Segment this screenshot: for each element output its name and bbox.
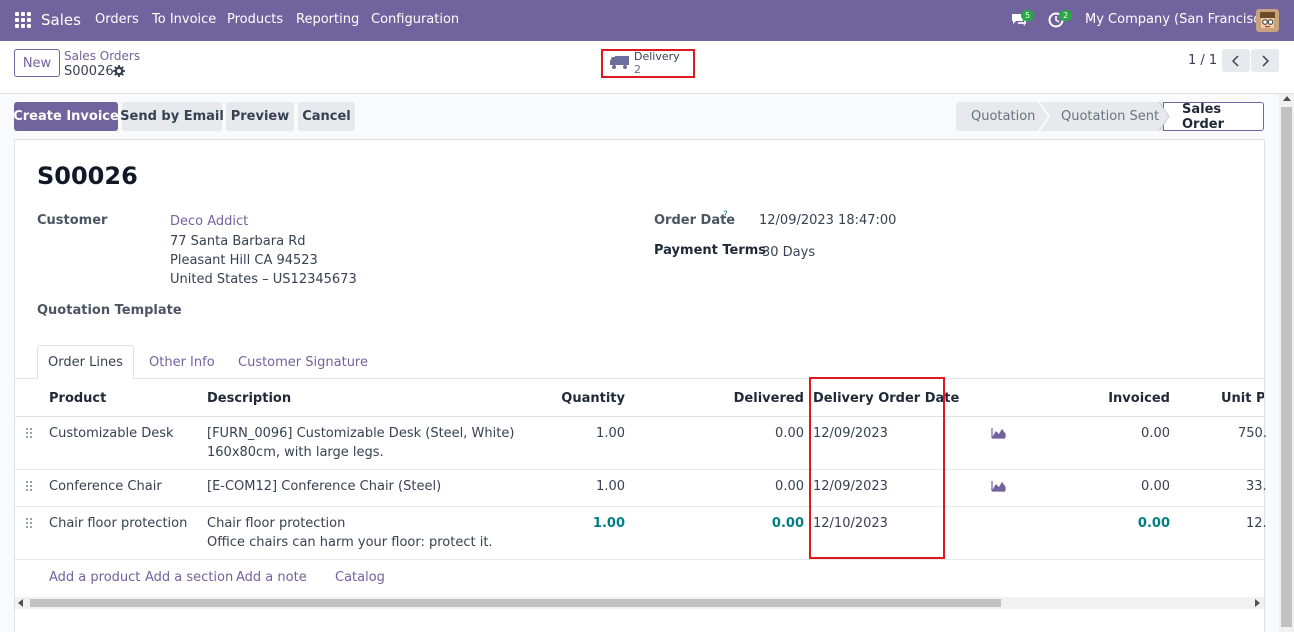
menu-products[interactable]: Products — [227, 12, 283, 27]
tab-customer-signature[interactable]: Customer Signature — [238, 355, 368, 370]
forecast-chart-icon[interactable] — [991, 480, 1006, 492]
delivery-date-highlight-box — [809, 377, 945, 559]
row3-invoiced[interactable]: 0.00 — [1090, 516, 1170, 531]
row1-quantity[interactable]: 1.00 — [545, 426, 625, 441]
stage-separator-active — [1158, 102, 1170, 131]
scroll-left-arrow-icon[interactable] — [18, 599, 24, 607]
horizontal-scrollbar-thumb[interactable] — [30, 599, 1001, 607]
menu-configuration[interactable]: Configuration — [371, 12, 459, 27]
user-avatar[interactable] — [1256, 9, 1279, 32]
row-divider — [15, 506, 1264, 507]
top-navbar: Sales Orders To Invoice Products Reporti… — [0, 0, 1294, 41]
col-unit-price[interactable]: Unit Pri — [1221, 391, 1264, 406]
col-quantity[interactable]: Quantity — [545, 391, 625, 406]
drag-handle-icon[interactable] — [26, 481, 34, 493]
create-invoice-button[interactable]: Create Invoice — [13, 102, 119, 131]
stage-separator — [1038, 102, 1050, 131]
header-divider — [15, 416, 1264, 417]
scroll-up-arrow-icon[interactable] — [1283, 96, 1291, 102]
address-country-vat: United States – US12345673 — [170, 272, 357, 287]
row-divider — [15, 469, 1264, 470]
new-button[interactable]: New — [14, 49, 60, 77]
menu-orders[interactable]: Orders — [95, 12, 139, 27]
payment-terms-value[interactable]: 30 Days — [762, 245, 815, 260]
order-date-value[interactable]: 12/09/2023 18:47:00 — [759, 213, 896, 228]
catalog-link[interactable]: Catalog — [335, 570, 385, 585]
menu-reporting[interactable]: Reporting — [296, 12, 359, 27]
row3-delivered[interactable]: 0.00 — [720, 516, 804, 531]
row1-description-line2[interactable]: 160x80cm, with large legs. — [207, 445, 384, 460]
order-date-help-icon[interactable]: ? — [723, 210, 728, 220]
tab-other-info[interactable]: Other Info — [149, 355, 215, 370]
stage-quotation-sent[interactable]: Quotation Sent — [1046, 102, 1163, 131]
row2-unit-price[interactable]: 33. — [1246, 479, 1267, 494]
col-delivered[interactable]: Delivered — [720, 391, 804, 406]
menu-to-invoice[interactable]: To Invoice — [152, 12, 216, 27]
row1-description-line1[interactable]: [FURN_0096] Customizable Desk (Steel, Wh… — [207, 426, 514, 441]
row2-quantity[interactable]: 1.00 — [545, 479, 625, 494]
record-title: S00026 — [37, 162, 138, 190]
add-section-link[interactable]: Add a section — [145, 570, 233, 585]
activity-count-badge: 2 — [1059, 10, 1073, 21]
address-city: Pleasant Hill CA 94523 — [170, 253, 318, 268]
payment-terms-label: Payment Terms — [654, 243, 767, 258]
drag-handle-icon[interactable] — [26, 428, 34, 440]
row2-invoiced[interactable]: 0.00 — [1090, 479, 1170, 494]
customer-label: Customer — [37, 213, 108, 228]
row3-description-line2[interactable]: Office chairs can harm your floor: prote… — [207, 535, 493, 550]
row3-description-line1[interactable]: Chair floor protection — [207, 516, 345, 531]
col-product[interactable]: Product — [49, 391, 106, 406]
quotation-template-label: Quotation Template — [37, 303, 182, 318]
add-product-link[interactable]: Add a product — [49, 570, 140, 585]
col-invoiced[interactable]: Invoiced — [1090, 391, 1170, 406]
row-divider — [15, 559, 1264, 560]
apps-menu-icon[interactable] — [15, 12, 31, 28]
tab-order-lines[interactable]: Order Lines — [37, 345, 134, 379]
add-note-link[interactable]: Add a note — [236, 570, 307, 585]
chevron-right-icon — [1262, 54, 1269, 67]
company-switcher[interactable]: My Company (San Francisco) — [1085, 12, 1273, 27]
send-by-email-button[interactable]: Send by Email — [120, 102, 224, 131]
stage-sales-order[interactable]: Sales Order — [1163, 102, 1264, 132]
pager-next-button[interactable] — [1251, 49, 1279, 72]
breadcrumb-current: S00026 — [64, 64, 114, 79]
row1-delivered[interactable]: 0.00 — [720, 426, 804, 441]
row2-delivered[interactable]: 0.00 — [720, 479, 804, 494]
breadcrumb-sales-orders[interactable]: Sales Orders — [64, 49, 140, 63]
row3-unit-price[interactable]: 12. — [1246, 516, 1267, 531]
tabs-border — [15, 378, 1264, 379]
row1-product[interactable]: Customizable Desk — [49, 426, 174, 441]
messages-count-badge: 5 — [1021, 10, 1035, 21]
forecast-chart-icon[interactable] — [991, 427, 1006, 439]
pager-value[interactable]: 1 / 1 — [1188, 53, 1217, 68]
scroll-right-arrow-icon[interactable] — [1254, 599, 1260, 607]
address-street: 77 Santa Barbara Rd — [170, 234, 306, 249]
customer-name-link[interactable]: Deco Addict — [170, 214, 248, 229]
row2-product[interactable]: Conference Chair — [49, 479, 162, 494]
preview-button[interactable]: Preview — [226, 102, 294, 131]
delivery-highlight-box — [601, 49, 695, 78]
drag-handle-icon[interactable] — [26, 518, 34, 530]
col-description[interactable]: Description — [207, 391, 291, 406]
stage-quotation[interactable]: Quotation — [956, 102, 1046, 131]
pager-previous-button[interactable] — [1222, 49, 1250, 72]
row1-unit-price[interactable]: 750. — [1238, 426, 1267, 441]
gear-icon[interactable] — [113, 65, 125, 77]
row1-invoiced[interactable]: 0.00 — [1090, 426, 1170, 441]
chevron-left-icon — [1232, 54, 1239, 67]
row3-product[interactable]: Chair floor protection — [49, 516, 187, 531]
app-name[interactable]: Sales — [41, 11, 81, 29]
vertical-scrollbar-thumb[interactable] — [1281, 107, 1292, 627]
row3-quantity[interactable]: 1.00 — [545, 516, 625, 531]
row2-description-line1[interactable]: [E-COM12] Conference Chair (Steel) — [207, 479, 441, 494]
cancel-button[interactable]: Cancel — [298, 102, 355, 131]
